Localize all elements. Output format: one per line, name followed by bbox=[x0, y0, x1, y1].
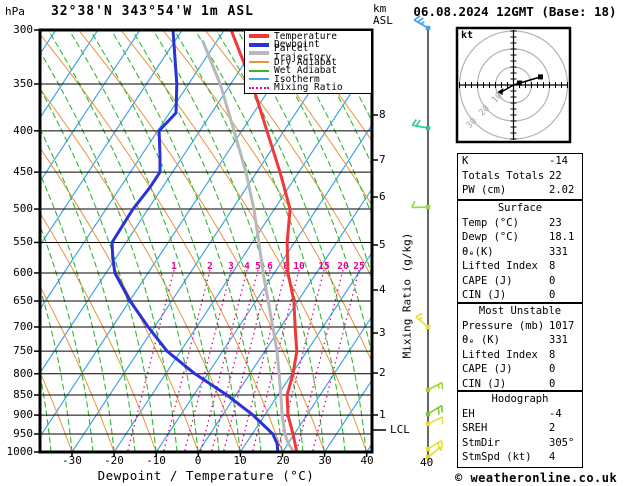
stat-value: 2.02 bbox=[549, 184, 575, 196]
stat-row: PW (cm) 2.02 bbox=[458, 183, 582, 198]
most-unstable-box: Most Unstable Pressure (mb) 1017 θₑ (K) 331… bbox=[457, 303, 583, 391]
stat-row: SREH 2 bbox=[458, 421, 582, 436]
stat-label: CIN (J) bbox=[462, 289, 507, 301]
legend-item: Mixing Ratio bbox=[249, 82, 371, 94]
stat-row: θₑ(K) 331 bbox=[458, 245, 582, 260]
datetime-title: 06.08.2024 12GMT (Base: 18) bbox=[413, 4, 617, 19]
stat-label: PW (cm) bbox=[462, 184, 507, 196]
stat-value: 8 bbox=[549, 348, 556, 361]
mixing-ratio-label: 15 bbox=[318, 261, 330, 272]
mixing-ratio-label: 6 bbox=[267, 261, 273, 272]
x-axis-caption: Dewpoint / Temperature (°C) bbox=[97, 468, 315, 483]
stat-row: StmSpd (kt) 4 bbox=[458, 450, 582, 465]
stat-value: 0 bbox=[549, 289, 556, 301]
stat-row: Lifted Index 8 bbox=[458, 259, 582, 274]
stat-row: Temp (°C) 23 bbox=[458, 216, 582, 231]
stat-value: 0 bbox=[549, 274, 556, 287]
stat-value: -14 bbox=[549, 155, 568, 167]
stat-row: CAPE (J) 0 bbox=[458, 274, 582, 289]
hodograph-unit-label: kt bbox=[461, 30, 474, 41]
stat-label: Lifted Index bbox=[462, 260, 538, 272]
stat-value: 22 bbox=[549, 169, 562, 182]
stat-label: SREH bbox=[462, 422, 488, 434]
stat-row: CIN (J) 0 bbox=[458, 377, 582, 392]
stat-value: 23 bbox=[549, 216, 562, 229]
stat-value: 18.1 bbox=[549, 231, 575, 243]
stat-row: CIN (J) 0 bbox=[458, 288, 582, 303]
pressure-unit-label: hPa bbox=[5, 5, 25, 18]
surface-box: Surface Temp (°C) 23 Dewp (°C) 18.1 θₑ(K) 331… bbox=[457, 200, 583, 303]
stat-row: Dewp (°C) 18.1 bbox=[458, 230, 582, 245]
stat-label: Totals Totals bbox=[462, 169, 545, 182]
stat-label: Pressure (mb) bbox=[462, 319, 545, 332]
mixing-ratio-label: 1 bbox=[171, 261, 177, 272]
stat-label: θₑ (K) bbox=[462, 334, 500, 346]
stat-value: 331 bbox=[549, 334, 568, 346]
hodograph-ring-label: 20 bbox=[477, 104, 492, 119]
stat-value: 331 bbox=[549, 245, 568, 258]
legend-swatch-solid-thin bbox=[249, 61, 269, 64]
stat-label: StmDir bbox=[462, 436, 500, 449]
stat-label: StmSpd (kt) bbox=[462, 451, 532, 463]
stat-value: -4 bbox=[549, 407, 562, 420]
legend-swatch-solid-thin bbox=[249, 78, 269, 81]
mixing-ratio-label: 4 bbox=[244, 261, 250, 272]
legend-swatch-solid-thick bbox=[249, 51, 269, 56]
most-unstable-box-title: Most Unstable bbox=[478, 305, 562, 317]
mixing-ratio-label: 2 bbox=[207, 261, 213, 272]
hodograph-stats-box: Hodograph EH -4 SREH 2 StmDir 305° StmSpd (kt)… bbox=[457, 391, 583, 468]
stat-row: Pressure (mb) 1017 bbox=[458, 319, 582, 334]
stat-label: Dewp (°C) bbox=[462, 231, 519, 243]
stat-value: 2 bbox=[549, 422, 556, 434]
mixing-ratio-label: 25 bbox=[353, 261, 365, 272]
stat-row: Lifted Index 8 bbox=[458, 348, 582, 363]
stat-row: EH -4 bbox=[458, 407, 582, 422]
legend-swatch-solid-thin bbox=[249, 69, 269, 72]
stat-label: CAPE (J) bbox=[462, 363, 513, 375]
stat-label: CAPE (J) bbox=[462, 274, 513, 287]
stat-row: StmDir 305° bbox=[458, 436, 582, 451]
mixing-ratio-label: 3 bbox=[228, 261, 234, 272]
legend-box: Temperature Dewpoint Parcel Trajectory Dry … bbox=[244, 30, 372, 94]
wind-barb-staff bbox=[411, 15, 444, 460]
stat-label: θₑ(K) bbox=[462, 245, 494, 258]
mixing-ratio-label: 20 bbox=[337, 261, 349, 272]
credit-footer: © weatheronline.co.uk bbox=[455, 471, 618, 485]
stat-value: 305° bbox=[549, 436, 575, 449]
legend-swatch-solid-thick bbox=[249, 34, 269, 39]
stat-label: CIN (J) bbox=[462, 377, 507, 390]
mixing-ratio-axis-caption: Mixing Ratio (g/kg) bbox=[400, 232, 414, 359]
hodograph-ring-label: 30 bbox=[465, 116, 480, 131]
stat-value: 0 bbox=[549, 377, 556, 390]
hodograph-stats-box-title: Hodograph bbox=[491, 393, 549, 405]
surface-box-title: Surface bbox=[497, 202, 543, 214]
stat-value: 4 bbox=[549, 451, 556, 463]
stat-value: 0 bbox=[549, 363, 556, 375]
asl-axis-unit: ASL bbox=[373, 14, 393, 27]
station-title: 32°38'N 343°54'W 1m ASL bbox=[50, 4, 254, 19]
lcl-label: LCL bbox=[390, 423, 410, 436]
stat-value: 8 bbox=[549, 260, 556, 272]
stat-row: θₑ (K) 331 bbox=[458, 333, 582, 348]
stat-label: K bbox=[462, 155, 469, 167]
stat-row: K -14 bbox=[458, 154, 582, 169]
indices-box: K -14 Totals Totals 22 PW (cm) 2.02 bbox=[457, 153, 583, 200]
hodograph: 102030 bbox=[455, 26, 572, 144]
stat-value: 1017 bbox=[549, 319, 575, 332]
stat-label: EH bbox=[462, 407, 475, 420]
legend-label: Mixing Ratio bbox=[274, 82, 343, 94]
stat-label: Lifted Index bbox=[462, 348, 538, 361]
mixing-ratio-label: 10 bbox=[293, 261, 305, 272]
legend-swatch-dotted bbox=[249, 86, 269, 89]
staff-bottom-label: 40 bbox=[420, 456, 434, 469]
stat-row: CAPE (J) 0 bbox=[458, 362, 582, 377]
skewt-sounding-chart: 1 2 3 4 5 6 8 10 15 20 25 10 20 30 hPa 32°38'N 343°54… bbox=[0, 0, 629, 486]
stat-row: Totals Totals 22 bbox=[458, 169, 582, 184]
legend-swatch-solid-thick bbox=[249, 42, 269, 47]
stat-label: Temp (°C) bbox=[462, 216, 519, 229]
